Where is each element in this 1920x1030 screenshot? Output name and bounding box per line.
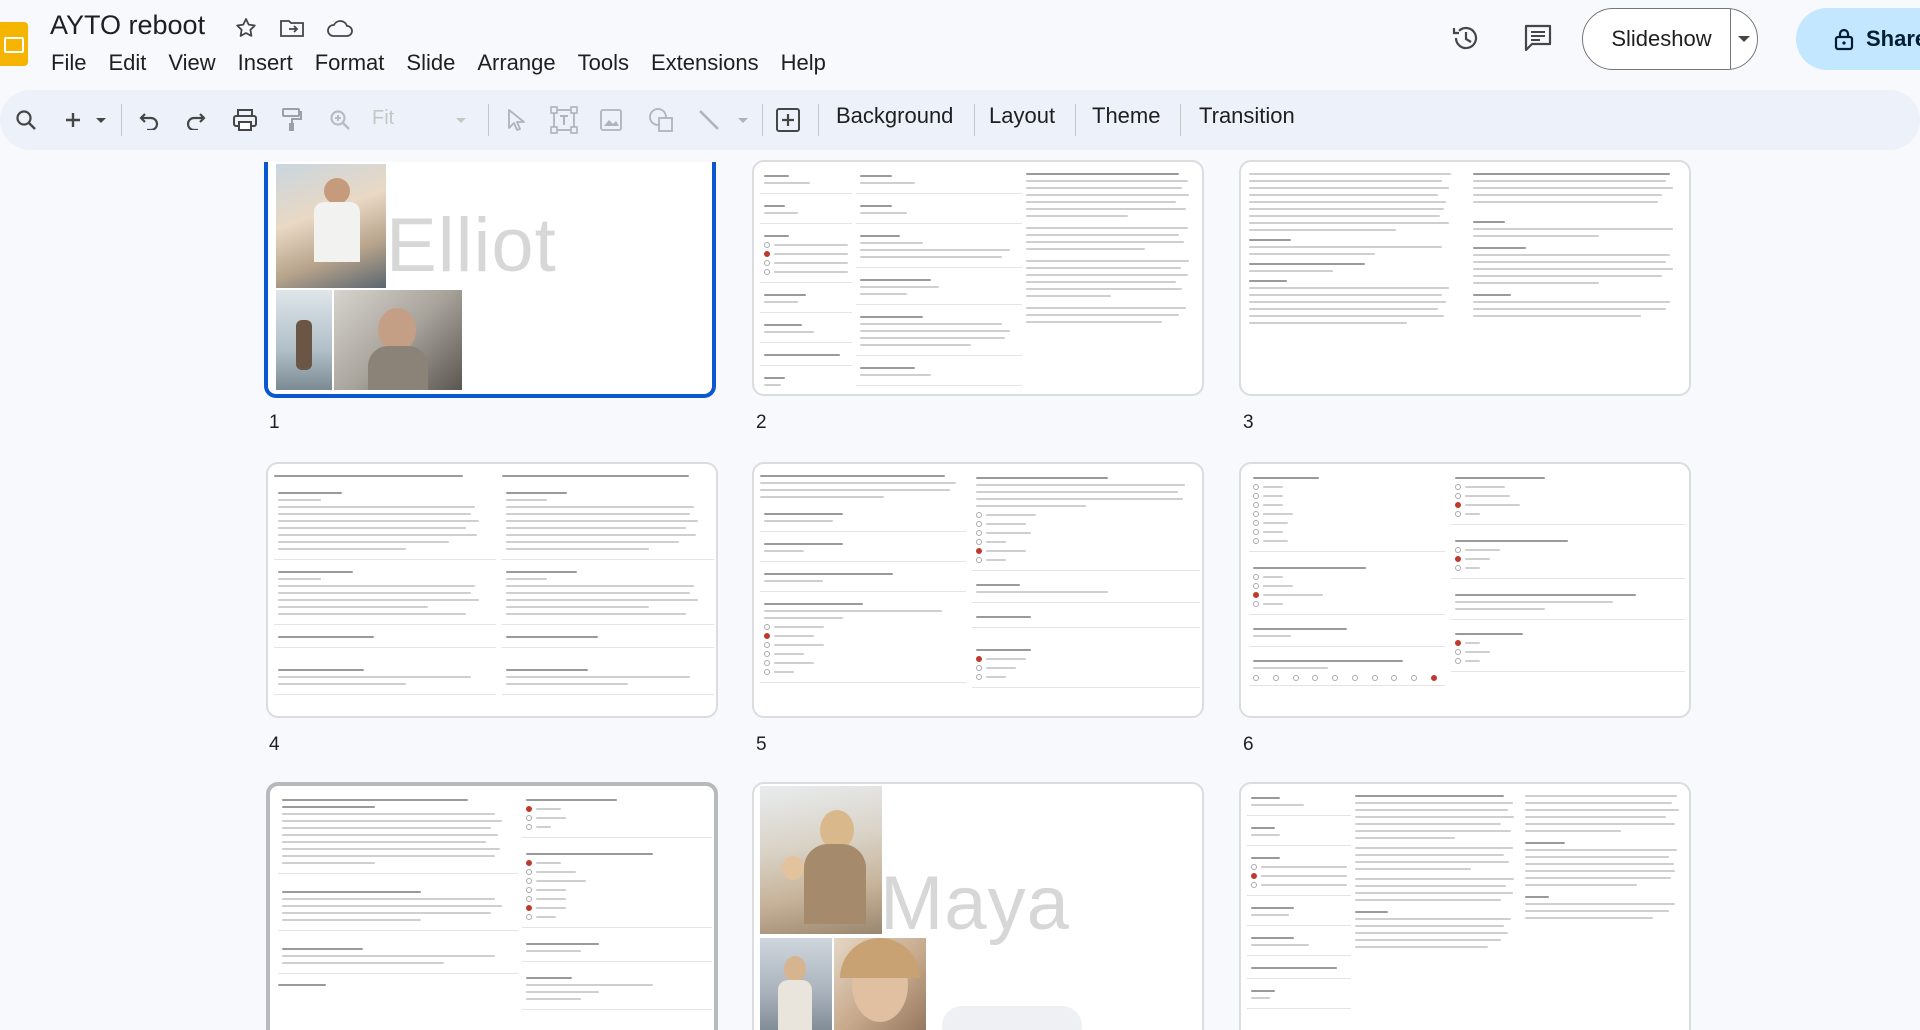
share-button[interactable]: Share [1796, 8, 1920, 70]
zoom-in-icon[interactable] [325, 104, 355, 136]
slideshow-options-chevron-down-icon[interactable] [1731, 35, 1757, 43]
menu-bar: File Edit View Insert Format Slide Arran… [40, 48, 837, 78]
print-icon[interactable] [229, 104, 261, 136]
undo-icon[interactable] [134, 104, 164, 136]
move-folder-icon[interactable] [276, 12, 308, 44]
menu-insert[interactable]: Insert [227, 48, 304, 78]
slide-thumbnail-8[interactable]: Maya [752, 782, 1204, 1030]
paint-format-icon[interactable] [276, 104, 306, 136]
lock-icon [1834, 28, 1854, 51]
menu-tools[interactable]: Tools [567, 48, 640, 78]
main-toolbar: Fit Background Layout Theme Transition [0, 90, 1920, 150]
insert-image-icon[interactable] [596, 104, 626, 136]
theme-button[interactable]: Theme [1092, 103, 1160, 129]
slide-number-5: 5 [756, 734, 767, 755]
document-title[interactable]: AYTO reboot [50, 10, 205, 41]
app-header: AYTO reboot File Edit View Insert Format… [0, 0, 1920, 90]
insert-comment-icon[interactable] [772, 104, 804, 136]
slide-thumbnail-4[interactable] [266, 462, 718, 718]
slide-thumbnail-5[interactable] [752, 462, 1204, 718]
shape-icon[interactable] [646, 104, 676, 136]
select-cursor-icon[interactable] [500, 104, 530, 136]
star-icon[interactable] [230, 12, 262, 44]
menu-slide[interactable]: Slide [395, 48, 466, 78]
slide-number-3: 3 [1243, 412, 1254, 433]
slide-number-1: 1 [269, 412, 280, 433]
slide-number-4: 4 [269, 734, 280, 755]
slide-number-6: 6 [1243, 734, 1254, 755]
slide-number-2: 2 [756, 412, 767, 433]
slides-logo-icon[interactable] [0, 22, 28, 66]
menu-file[interactable]: File [40, 48, 97, 78]
photo-portrait [334, 290, 462, 390]
slide-thumbnail-7[interactable] [266, 782, 718, 1030]
menu-extensions[interactable]: Extensions [640, 48, 770, 78]
search-menus-icon[interactable] [10, 104, 42, 136]
version-history-icon[interactable] [1446, 18, 1486, 58]
slideshow-button-group: Slideshow [1582, 8, 1758, 70]
menu-format[interactable]: Format [304, 48, 396, 78]
photo-dock [276, 290, 332, 390]
menu-arrange[interactable]: Arrange [466, 48, 566, 78]
comments-icon[interactable] [1518, 18, 1558, 58]
slide-thumbnail-3[interactable] [1239, 160, 1691, 396]
slide-thumbnail-6[interactable] [1239, 462, 1691, 718]
new-slide-layout-chevron-down-icon[interactable] [92, 104, 110, 136]
photo-boat-deck [276, 164, 386, 288]
zoom-chevron-down-icon[interactable] [452, 104, 470, 136]
text-box-icon[interactable] [548, 104, 580, 136]
photo-standing [760, 938, 832, 1030]
photo-beach [760, 786, 882, 934]
zoom-select-value[interactable]: Fit [372, 107, 394, 130]
new-slide-plus-icon[interactable] [58, 104, 88, 136]
layout-button[interactable]: Layout [989, 103, 1055, 129]
redo-icon[interactable] [181, 104, 211, 136]
menu-edit[interactable]: Edit [97, 48, 157, 78]
menu-view[interactable]: View [157, 48, 226, 78]
line-icon[interactable] [694, 104, 724, 136]
share-label: Share [1866, 26, 1920, 51]
slide-thumbnail-2[interactable] [752, 160, 1204, 396]
slide-thumbnail-9[interactable] [1239, 782, 1691, 1030]
cloud-saved-icon[interactable] [324, 12, 356, 44]
slide-8-name: Maya [880, 861, 1070, 946]
slideshow-button[interactable]: Slideshow [1583, 9, 1731, 69]
background-button[interactable]: Background [836, 103, 953, 129]
slide-1-name: Elliot [386, 203, 557, 288]
line-chevron-down-icon[interactable] [734, 104, 752, 136]
slide-thumbnail-1[interactable]: Elliot [264, 162, 716, 398]
photo-closeup [834, 938, 926, 1030]
menu-help[interactable]: Help [770, 48, 837, 78]
transition-button[interactable]: Transition [1199, 103, 1295, 129]
slides-app: AYTO reboot File Edit View Insert Format… [0, 0, 1920, 1030]
slide-grid-view: Elliot 1 2 3 4 5 6 Maya [0, 150, 1920, 1030]
